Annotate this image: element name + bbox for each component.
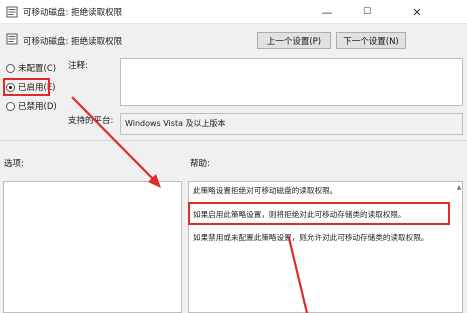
radio-enabled-label: 已启用(E) xyxy=(18,83,56,93)
options-label: 选项: xyxy=(4,159,24,169)
radio-disabled[interactable]: 已禁用(D) xyxy=(6,99,76,113)
window-title: 可移动磁盘: 拒绝读取权限 xyxy=(23,8,123,18)
maximize-button[interactable]: ☐ xyxy=(347,0,387,24)
help-text-line: 如果启用此策略设置，则将拒绝对此可移动存储类的读取权限。 xyxy=(193,210,406,219)
options-pane[interactable] xyxy=(3,181,182,313)
radio-enabled-indicator xyxy=(6,82,15,92)
previous-setting-button[interactable]: 上一个设置(P) xyxy=(257,32,331,49)
help-pane[interactable]: 此策略设置拒绝对可移动磁盘的读取权限。 如果启用此策略设置，则将拒绝对此可移动存… xyxy=(188,181,463,313)
minimize-button[interactable]: — xyxy=(307,0,347,24)
supported-platform-label: 支持的平台: xyxy=(68,116,114,126)
help-text-line: 此策略设置拒绝对可移动磁盘的读取权限。 xyxy=(193,186,338,195)
help-text-line: 如果禁用或未配置此策略设置，则允许对此可移动存储类的读取权限。 xyxy=(193,233,429,242)
radio-not-configured-indicator xyxy=(6,63,15,73)
policy-settings-icon xyxy=(6,6,18,18)
radio-enabled[interactable]: 已启用(E) xyxy=(6,80,76,94)
supported-platform-value: Windows Vista 及以上版本 xyxy=(125,119,226,128)
radio-not-configured[interactable]: 未配置(C) xyxy=(6,61,76,75)
setting-name: 可移动磁盘: 拒绝读取权限 xyxy=(23,37,123,47)
comment-textarea[interactable] xyxy=(120,58,463,106)
comment-label: 注释: xyxy=(68,61,88,71)
close-button[interactable]: ✕ xyxy=(397,0,437,24)
section-divider xyxy=(0,140,467,141)
help-label: 帮助: xyxy=(190,159,210,169)
radio-disabled-label: 已禁用(D) xyxy=(18,102,57,112)
supported-platform-field: Windows Vista 及以上版本 xyxy=(120,113,463,135)
setting-icon xyxy=(6,33,18,45)
radio-not-configured-label: 未配置(C) xyxy=(18,64,57,74)
help-scroll-up-icon[interactable]: ▲ xyxy=(455,183,463,191)
next-setting-button[interactable]: 下一个设置(N) xyxy=(336,32,406,49)
radio-disabled-indicator xyxy=(6,101,15,111)
